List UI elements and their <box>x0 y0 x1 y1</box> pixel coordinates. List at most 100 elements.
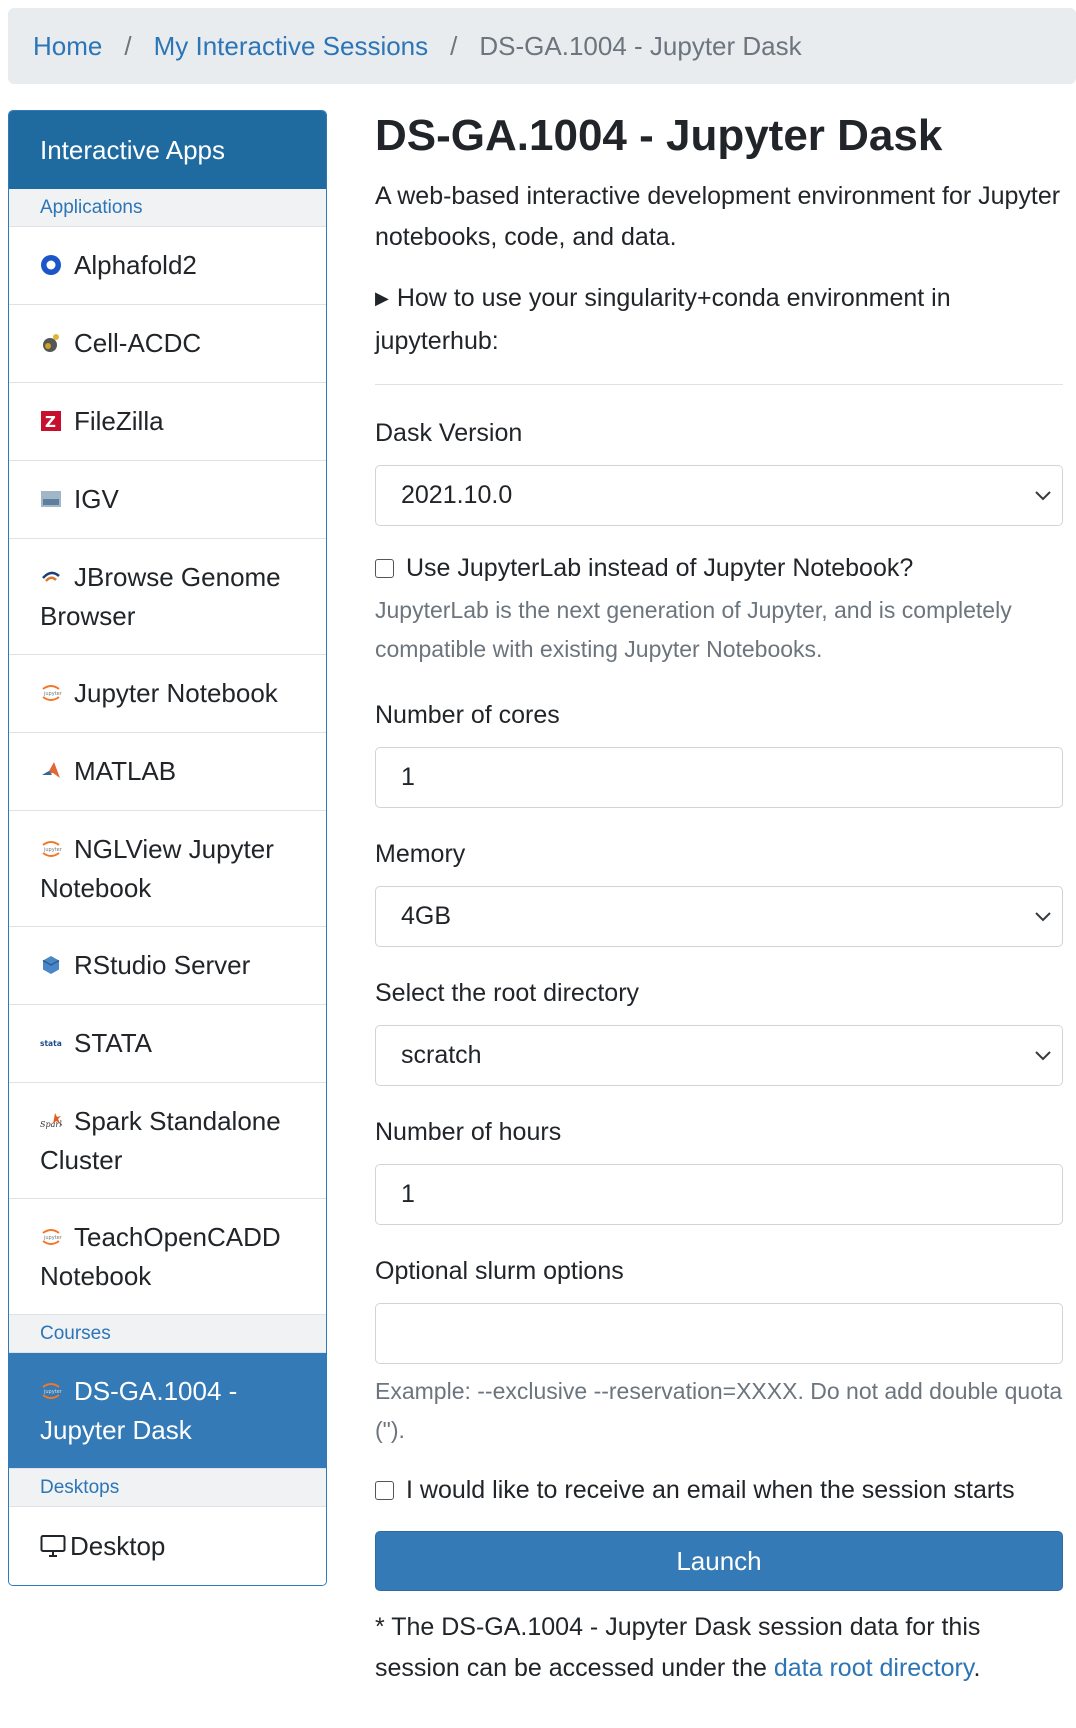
page-title: DS-GA.1004 - Jupyter Dask <box>375 111 943 160</box>
breadcrumb-separator: / <box>450 30 458 61</box>
sidebar-item-label: FileZilla <box>74 406 164 436</box>
matlab-icon <box>42 762 60 779</box>
main-content: DS-GA.1004 - Jupyter Dask A web-based in… <box>375 110 1063 1689</box>
sidebar-item-nglview[interactable]: jupyter NGLView Jupyter Notebook <box>9 811 326 927</box>
breadcrumb-separator: / <box>124 30 132 61</box>
jupyterlab-checkbox-row: Use JupyterLab instead of Jupyter Notebo… <box>375 554 1063 583</box>
page: Home / My Interactive Sessions / DS-GA.1… <box>0 0 1076 1728</box>
slurm-options-help-text: Example: --exclusive --reservation=XXXX.… <box>375 1378 1063 1443</box>
launch-button[interactable]: Launch <box>375 1531 1063 1591</box>
sidebar-item-cell-acdc[interactable]: Cell-ACDC <box>9 305 326 383</box>
sidebar-item-label: Cell-ACDC <box>74 328 202 358</box>
sidebar-item-jupyter-notebook[interactable]: jupyter Jupyter Notebook <box>9 655 326 733</box>
hours-input[interactable]: 1 <box>375 1164 1063 1225</box>
dask-version-label: Dask Version <box>375 419 523 447</box>
sidebar-item-label: Alphafold2 <box>74 250 197 280</box>
howto-summary: How to use your singularity+conda enviro… <box>375 284 951 355</box>
sidebar-item-label-line2: Cluster <box>40 1144 123 1175</box>
root-directory-select[interactable]: scratch <box>375 1025 1063 1086</box>
jbrowse-icon <box>42 571 60 582</box>
jupyter-icon: jupyter <box>42 840 62 857</box>
disclosure-triangle-icon: ▶ <box>375 288 389 308</box>
chevron-down-icon <box>1035 491 1051 501</box>
sidebar-item-label: Desktop <box>70 1530 166 1561</box>
breadcrumb: Home / My Interactive Sessions / DS-GA.1… <box>8 8 1076 84</box>
breadcrumb-home-link[interactable]: Home <box>33 31 102 62</box>
email-checkbox-label: I would like to receive an email when th… <box>406 1476 1015 1504</box>
hours-label: Number of hours <box>375 1118 562 1146</box>
jupyterlab-checkbox[interactable] <box>375 559 394 578</box>
sidebar-section-desktops: Desktops <box>9 1469 326 1507</box>
sidebar-item-rstudio[interactable]: RStudio Server <box>9 927 326 1005</box>
sidebar-section-courses: Courses <box>9 1315 326 1353</box>
cores-label: Number of cores <box>375 701 560 729</box>
sidebar-item-spark[interactable]: Spark Spark Standalone Cluster <box>9 1083 326 1199</box>
sidebar-item-label: JBrowse Genome <box>74 561 281 592</box>
sidebar-header: Interactive Apps <box>9 111 326 189</box>
rstudio-icon <box>42 956 60 975</box>
sidebar-item-teachopencadd[interactable]: jupyter TeachOpenCADD Notebook <box>9 1199 326 1315</box>
memory-label: Memory <box>375 840 466 868</box>
sidebar-item-label: Spark Standalone <box>74 1105 281 1136</box>
svg-text:jupyter: jupyter <box>43 1389 62 1395</box>
root-directory-value: scratch <box>401 1041 482 1069</box>
breadcrumb-current: DS-GA.1004 - Jupyter Dask <box>479 30 802 61</box>
memory-value: 4GB <box>401 902 452 930</box>
slurm-options-label: Optional slurm options <box>375 1257 624 1285</box>
sidebar-item-label: TeachOpenCADD <box>74 1221 281 1252</box>
sidebar-item-label: DS-GA.1004 - <box>74 1375 238 1406</box>
alphafold-icon <box>41 255 61 276</box>
hours-value: 1 <box>401 1180 415 1208</box>
sidebar-item-label-line2: Browser <box>40 600 136 631</box>
howto-disclosure[interactable]: ▶ How to use your singularity+conda envir… <box>375 278 1063 362</box>
sidebar-item-igv[interactable]: IGV <box>9 461 326 539</box>
jupyterlab-help-text: JupyterLab is the next generation of Jup… <box>375 597 1012 662</box>
sidebar-item-filezilla[interactable]: Z FileZilla <box>9 383 326 461</box>
jupyter-icon: jupyter <box>42 1382 62 1399</box>
svg-text:jupyter: jupyter <box>43 1235 62 1241</box>
igv-icon <box>41 491 61 508</box>
monitor-icon <box>40 1534 66 1557</box>
data-root-directory-link[interactable]: data root directory <box>774 1654 974 1682</box>
app-description: A web-based interactive development envi… <box>375 182 1061 251</box>
breadcrumb-sessions-link[interactable]: My Interactive Sessions <box>154 31 429 62</box>
email-checkbox-row: I would like to receive an email when th… <box>375 1476 1063 1505</box>
footnote-end: . <box>973 1654 981 1682</box>
email-checkbox[interactable] <box>375 1481 394 1500</box>
chevron-down-icon <box>1035 1051 1051 1061</box>
stata-icon: stata <box>40 1039 62 1048</box>
sidebar-item-label: MATLAB <box>74 756 177 786</box>
jupyter-icon: jupyter <box>42 685 62 702</box>
divider <box>375 384 1063 385</box>
sidebar-item-label-line2: Jupyter Dask <box>40 1414 192 1445</box>
sidebar-item-jbrowse[interactable]: JBrowse Genome Browser <box>9 539 326 655</box>
cores-input[interactable]: 1 <box>375 747 1063 808</box>
sidebar-item-label-line2: Notebook <box>40 872 152 903</box>
sidebar-item-alphafold2[interactable]: Alphafold2 <box>9 227 326 305</box>
slurm-options-input[interactable] <box>375 1303 1063 1364</box>
dask-version-value: 2021.10.0 <box>401 481 513 509</box>
svg-text:jupyter: jupyter <box>43 847 62 853</box>
sidebar-section-applications: Applications <box>9 189 326 227</box>
sidebar-item-label: STATA <box>74 1028 152 1058</box>
spark-icon: Spark <box>40 1112 62 1129</box>
jupyterlab-checkbox-label: Use JupyterLab instead of Jupyter Notebo… <box>406 554 914 582</box>
svg-text:stata: stata <box>40 1039 62 1048</box>
dask-version-select[interactable]: 2021.10.0 <box>375 465 1063 526</box>
sidebar: Interactive Apps Applications Alphafold2… <box>8 110 327 1586</box>
sidebar-item-label: RStudio Server <box>74 950 251 980</box>
svg-text:jupyter: jupyter <box>43 691 62 697</box>
filezilla-icon: Z <box>41 411 61 432</box>
sidebar-item-matlab[interactable]: MATLAB <box>9 733 326 811</box>
jupyter-icon: jupyter <box>42 1228 62 1245</box>
sidebar-item-ds-ga-1004[interactable]: jupyter DS-GA.1004 - Jupyter Dask <box>9 1353 326 1469</box>
chevron-down-icon <box>1035 912 1051 922</box>
sidebar-item-label: Jupyter Notebook <box>74 678 278 708</box>
svg-text:Z: Z <box>45 413 56 431</box>
sidebar-item-label: NGLView Jupyter <box>74 833 274 864</box>
memory-select[interactable]: 4GB <box>375 886 1063 947</box>
sidebar-item-stata[interactable]: stata STATA <box>9 1005 326 1083</box>
sidebar-item-desktop[interactable]: Desktop <box>9 1507 326 1585</box>
cores-value: 1 <box>401 763 415 791</box>
root-directory-label: Select the root directory <box>375 979 640 1007</box>
